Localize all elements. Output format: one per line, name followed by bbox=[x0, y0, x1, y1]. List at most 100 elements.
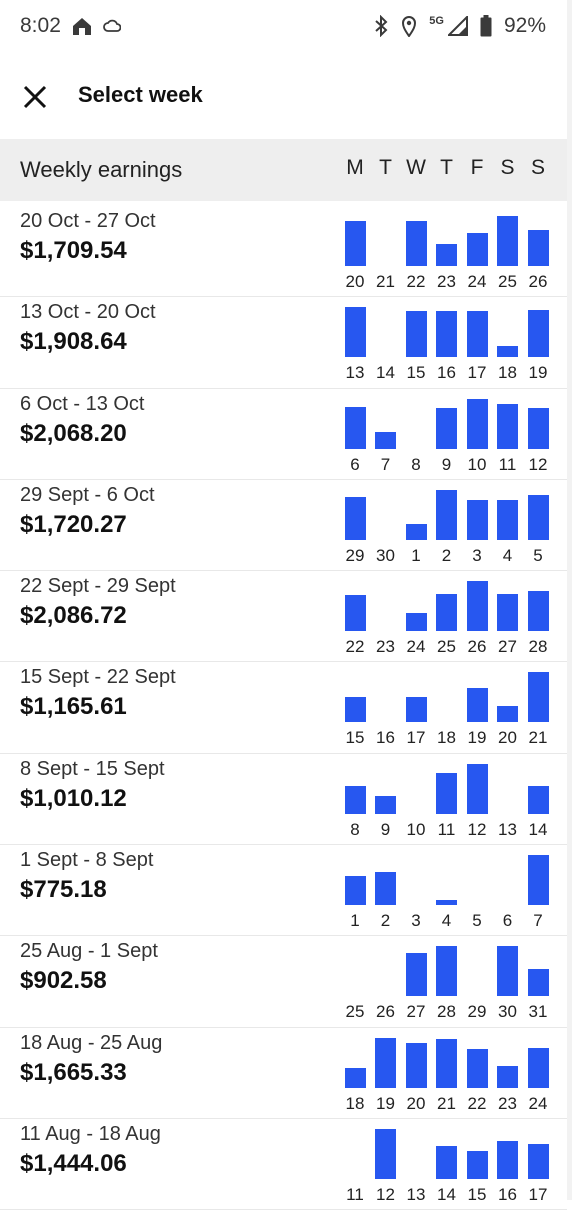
day-bar bbox=[527, 969, 549, 997]
day-number: 21 bbox=[376, 272, 395, 291]
week-row[interactable]: 15 Sept - 22 Sept $1,165.61 15 16 17 18 19 20 21 bbox=[0, 662, 567, 754]
day-number: 24 bbox=[467, 272, 487, 291]
day-number: 16 bbox=[376, 728, 395, 748]
week-row[interactable]: 8 Sept - 15 Sept $1,010.12 8 9 10 11 12 13 14 bbox=[0, 754, 567, 846]
day-bar bbox=[436, 900, 457, 906]
day-bar bbox=[527, 1047, 549, 1088]
day-bar bbox=[344, 595, 366, 632]
day-bar bbox=[527, 785, 549, 814]
day-number: 30 bbox=[498, 1002, 517, 1022]
day-bar bbox=[344, 221, 366, 266]
week-row[interactable]: 20 Oct - 27 Oct $1,709.54 20 21 22 23 24 25 26 bbox=[0, 206, 567, 298]
day-bar bbox=[436, 407, 457, 449]
day-number: 29 bbox=[345, 545, 365, 565]
week-total: $2,086.72 bbox=[20, 602, 127, 630]
day-number: 2 bbox=[380, 911, 391, 931]
week-row[interactable]: 11 Aug - 18 Aug $1,444.06 11 12 13 14 15 16 17 bbox=[0, 1119, 567, 1210]
day-bar bbox=[466, 688, 488, 723]
day-bar bbox=[375, 1037, 396, 1088]
week-range: 22 Sept - 29 Sept bbox=[20, 575, 176, 598]
week-row[interactable]: 1 Sept - 8 Sept $775.18 1 2 3 4 5 6 7 bbox=[0, 845, 567, 937]
header: Select week bbox=[0, 62, 572, 132]
day-letter-tue: T bbox=[379, 156, 392, 179]
day-bar bbox=[466, 311, 488, 358]
week-total: $1,709.54 bbox=[20, 237, 127, 264]
week-total: $1,908.64 bbox=[20, 328, 127, 356]
week-range: 8 Sept - 15 Sept bbox=[20, 757, 165, 780]
week-row[interactable]: 29 Sept - 6 Oct $1,720.27 29 30 1 2 3 4 5 bbox=[0, 480, 567, 572]
day-number: 6 bbox=[502, 911, 513, 931]
day-bar bbox=[497, 594, 518, 632]
day-bar bbox=[375, 1128, 396, 1179]
day-bar bbox=[497, 499, 518, 540]
day-bar bbox=[527, 591, 549, 632]
day-number: 24 bbox=[528, 1093, 548, 1113]
week-range: 15 Sept - 22 Sept bbox=[20, 666, 176, 689]
week-row[interactable]: 25 Aug - 1 Sept $902.58 25 26 27 28 29 30 31 bbox=[0, 936, 567, 1028]
daily-earnings-chart: 22 23 24 25 26 27 28 bbox=[340, 571, 560, 662]
week-row[interactable]: 13 Oct - 20 Oct $1,908.64 13 14 15 16 17 18 19 bbox=[0, 297, 567, 389]
day-number: 20 bbox=[498, 728, 517, 748]
week-range: 20 Oct - 27 Oct bbox=[20, 210, 156, 232]
day-number: 25 bbox=[345, 1002, 365, 1022]
day-number: 28 bbox=[528, 637, 548, 657]
day-number: 15 bbox=[467, 1184, 487, 1204]
week-row[interactable]: 6 Oct - 13 Oct $2,068.20 6 7 8 9 10 11 12 bbox=[0, 389, 567, 480]
day-number: 18 bbox=[498, 363, 517, 383]
day-number: 17 bbox=[406, 728, 426, 748]
bluetooth-icon bbox=[373, 15, 389, 37]
day-number: 10 bbox=[467, 454, 487, 474]
day-bar bbox=[344, 307, 366, 358]
day-bar bbox=[466, 1150, 488, 1179]
day-letter-fri: F bbox=[470, 156, 484, 179]
day-number: 27 bbox=[406, 1002, 426, 1022]
day-bar bbox=[527, 407, 549, 449]
day-bar bbox=[436, 772, 457, 814]
day-number: 13 bbox=[345, 363, 365, 383]
day-bar bbox=[405, 953, 427, 997]
day-number: 29 bbox=[467, 1002, 487, 1022]
day-bar bbox=[405, 311, 427, 358]
day-bar bbox=[436, 244, 457, 266]
day-bar bbox=[344, 785, 366, 814]
daily-earnings-chart: 15 16 17 18 19 20 21 bbox=[340, 662, 560, 753]
day-number: 26 bbox=[467, 637, 487, 657]
column-title: Weekly earnings bbox=[20, 157, 183, 182]
day-number: 5 bbox=[472, 911, 482, 931]
day-bar bbox=[497, 946, 518, 997]
week-range: 29 Sept - 6 Oct bbox=[20, 483, 155, 506]
week-row[interactable]: 22 Sept - 29 Sept $2,086.72 22 23 24 25 26 27 28 bbox=[0, 571, 567, 663]
week-row[interactable]: 18 Aug - 25 Aug $1,665.33 18 19 20 21 22 23 24 bbox=[0, 1028, 567, 1119]
day-bar bbox=[436, 1038, 457, 1088]
scroll-edge bbox=[567, 0, 572, 1200]
day-bar bbox=[405, 523, 427, 540]
day-bar bbox=[527, 310, 549, 358]
day-bar bbox=[527, 494, 549, 540]
day-bar bbox=[436, 1145, 457, 1179]
network-type: 5G bbox=[429, 15, 444, 27]
daily-earnings-chart: 18 19 20 21 22 23 24 bbox=[340, 1028, 560, 1119]
day-bar bbox=[497, 346, 518, 358]
day-bar bbox=[436, 594, 457, 632]
week-range: 6 Oct - 13 Oct bbox=[20, 392, 145, 415]
day-number: 17 bbox=[528, 1184, 548, 1204]
close-button[interactable] bbox=[20, 82, 50, 112]
day-number: 16 bbox=[437, 363, 456, 383]
day-number: 8 bbox=[411, 454, 421, 474]
day-number: 24 bbox=[406, 637, 426, 657]
day-letters: M T W T F S S bbox=[340, 156, 560, 186]
day-number: 21 bbox=[437, 1093, 456, 1113]
day-bar bbox=[497, 1065, 518, 1088]
status-time: 8:02 bbox=[20, 14, 61, 37]
day-number: 22 bbox=[406, 272, 426, 291]
day-bar bbox=[436, 311, 457, 358]
day-bar bbox=[344, 406, 366, 449]
day-bar bbox=[527, 855, 549, 906]
close-icon bbox=[23, 85, 47, 109]
day-bar bbox=[466, 233, 488, 266]
day-number: 8 bbox=[350, 819, 360, 839]
day-bar bbox=[527, 672, 549, 723]
day-number: 9 bbox=[441, 454, 452, 474]
day-bar bbox=[344, 876, 366, 906]
day-number: 18 bbox=[437, 728, 456, 748]
